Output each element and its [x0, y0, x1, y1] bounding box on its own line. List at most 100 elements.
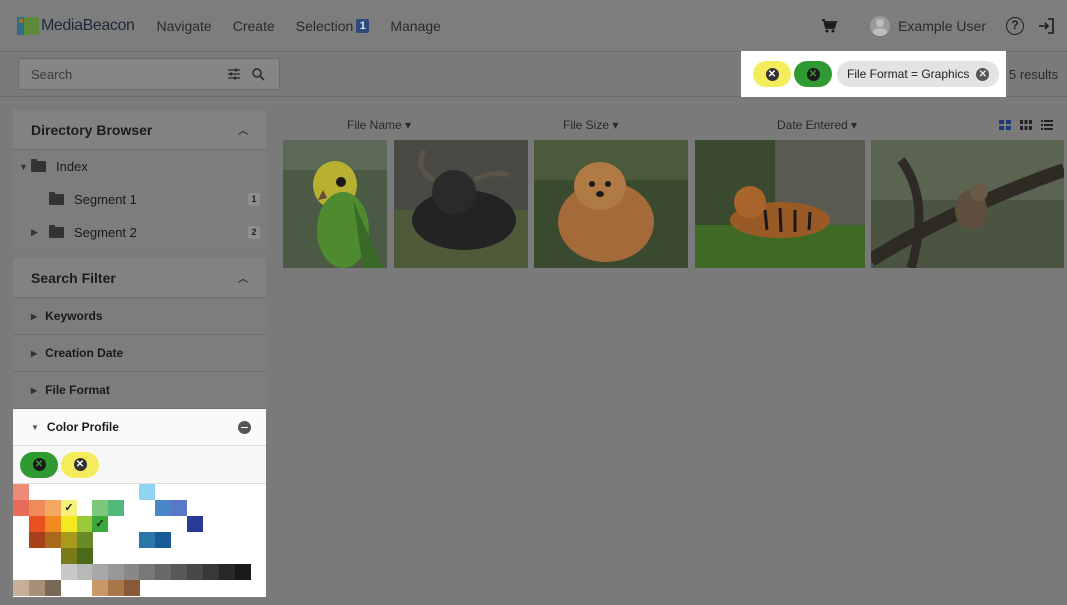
color-swatch[interactable]: [124, 580, 140, 596]
color-swatch[interactable]: [108, 580, 124, 596]
directory-browser-header[interactable]: Directory Browser ︿: [13, 110, 266, 150]
color-swatch[interactable]: [155, 564, 171, 580]
small-grid-view-icon[interactable]: [1020, 120, 1032, 130]
file-format-filter-chip[interactable]: File Format = Graphics ✕: [837, 61, 1000, 87]
thumbnail-pomeranian[interactable]: [534, 140, 688, 268]
sort-file-name[interactable]: File Name ▾: [347, 118, 411, 132]
large-grid-view-icon[interactable]: [999, 120, 1011, 130]
color-swatch[interactable]: [108, 500, 124, 516]
color-swatch[interactable]: [155, 532, 171, 548]
user-name[interactable]: Example User: [898, 18, 986, 34]
color-swatch[interactable]: [139, 484, 155, 500]
search-box: [18, 58, 280, 90]
tree-item-label: Index: [56, 159, 88, 174]
filter-section-color-profile[interactable]: ▼ Color Profile: [13, 409, 266, 446]
tree-item-label: Segment 1: [74, 192, 137, 207]
color-swatch[interactable]: [45, 516, 61, 532]
folder-icon: [49, 225, 64, 238]
color-swatch[interactable]: [77, 516, 93, 532]
color-swatch[interactable]: [139, 564, 155, 580]
color-swatch[interactable]: [13, 500, 29, 516]
color-swatch[interactable]: [155, 500, 171, 516]
tree-item-segment-2[interactable]: ▶ Segment 2 2: [13, 216, 266, 249]
search-input[interactable]: [31, 66, 221, 82]
thumbnail-squirrel[interactable]: [871, 140, 1064, 268]
yellow-color-chip[interactable]: ✕: [61, 451, 99, 478]
tree-item-index[interactable]: ▼ Index: [13, 150, 266, 183]
sort-date-entered[interactable]: Date Entered ▾: [777, 118, 857, 132]
color-swatch[interactable]: [13, 580, 29, 596]
nav-navigate[interactable]: Navigate: [156, 18, 211, 34]
color-swatch[interactable]: [61, 548, 77, 564]
collapse-caret-icon[interactable]: ︿: [238, 122, 248, 137]
color-swatch[interactable]: [92, 564, 108, 580]
color-swatch[interactable]: [61, 564, 77, 580]
nav-selection[interactable]: Selection 1: [296, 18, 370, 34]
color-swatch[interactable]: [45, 500, 61, 516]
color-swatch[interactable]: [77, 532, 93, 548]
color-swatch[interactable]: [13, 484, 29, 500]
expand-right-icon[interactable]: ▶: [31, 227, 49, 238]
remove-filter-icon[interactable]: ✕: [976, 67, 990, 81]
checkmark-icon: ✓: [64, 502, 74, 514]
cart-icon[interactable]: [820, 17, 838, 35]
nav-manage[interactable]: Manage: [390, 18, 441, 34]
color-swatch[interactable]: [29, 500, 45, 516]
color-swatch[interactable]: [61, 516, 77, 532]
nav-create[interactable]: Create: [233, 18, 275, 34]
column-label: Date Entered: [777, 118, 848, 132]
color-swatch[interactable]: [29, 516, 45, 532]
color-swatch[interactable]: [29, 532, 45, 548]
logo-icon: [17, 16, 39, 35]
thumbnail-tiger[interactable]: [695, 140, 865, 268]
user-avatar[interactable]: [870, 16, 891, 36]
collapse-caret-icon[interactable]: ︿: [238, 270, 248, 285]
color-swatch[interactable]: [61, 532, 77, 548]
list-view-icon[interactable]: [1041, 120, 1053, 130]
expand-down-icon[interactable]: ▼: [19, 162, 31, 172]
filter-settings-icon[interactable]: [227, 67, 241, 81]
color-swatch[interactable]: [171, 564, 187, 580]
selected-color-chips: ✕ ✕: [13, 446, 266, 484]
color-swatch[interactable]: [45, 532, 61, 548]
color-swatch[interactable]: [203, 564, 219, 580]
search-filter-header[interactable]: Search Filter ︿: [13, 258, 266, 298]
thumbnail-budgerigar[interactable]: [283, 140, 387, 268]
remove-filter-icon[interactable]: ✕: [806, 67, 820, 81]
mediabeacon-logo[interactable]: MediaBeacon: [17, 14, 135, 38]
color-swatch[interactable]: [92, 500, 108, 516]
color-swatch[interactable]: [187, 516, 203, 532]
search-icon[interactable]: [251, 67, 265, 81]
color-swatch[interactable]: [235, 564, 251, 580]
remove-color-icon[interactable]: ✕: [32, 458, 46, 471]
color-swatch[interactable]: [139, 532, 155, 548]
color-swatch[interactable]: [29, 580, 45, 596]
color-swatch[interactable]: [77, 548, 93, 564]
color-swatch[interactable]: [108, 564, 124, 580]
remove-filter-icon[interactable]: ✕: [765, 67, 779, 81]
color-swatch-grid: ✓ ✓: [13, 484, 266, 597]
green-color-chip[interactable]: ✕: [20, 451, 58, 478]
help-icon[interactable]: ?: [1006, 17, 1024, 35]
filter-section-file-format[interactable]: ▶ File Format: [13, 372, 266, 409]
color-swatch[interactable]: [45, 580, 61, 596]
color-swatch[interactable]: [171, 500, 187, 516]
color-swatch[interactable]: [187, 564, 203, 580]
clear-filter-icon[interactable]: [238, 420, 251, 434]
tree-item-segment-1[interactable]: Segment 1 1: [13, 183, 266, 216]
green-color-filter-chip[interactable]: ✕: [794, 61, 832, 87]
folder-icon: [49, 192, 64, 205]
color-swatch[interactable]: [92, 580, 108, 596]
remove-color-icon[interactable]: ✕: [73, 458, 87, 471]
sort-file-size[interactable]: File Size ▾: [563, 118, 618, 132]
logout-icon[interactable]: [1037, 17, 1055, 35]
directory-browser-title: Directory Browser: [31, 121, 153, 138]
color-swatch[interactable]: [124, 564, 140, 580]
filter-section-keywords[interactable]: ▶ Keywords: [13, 298, 266, 335]
thumbnail-yak[interactable]: [394, 140, 528, 268]
color-swatch[interactable]: [219, 564, 235, 580]
yellow-color-filter-chip[interactable]: ✕: [753, 61, 791, 87]
color-swatch[interactable]: [77, 564, 93, 580]
filter-section-creation-date[interactable]: ▶ Creation Date: [13, 335, 266, 372]
expand-right-icon: ▶: [31, 385, 38, 395]
